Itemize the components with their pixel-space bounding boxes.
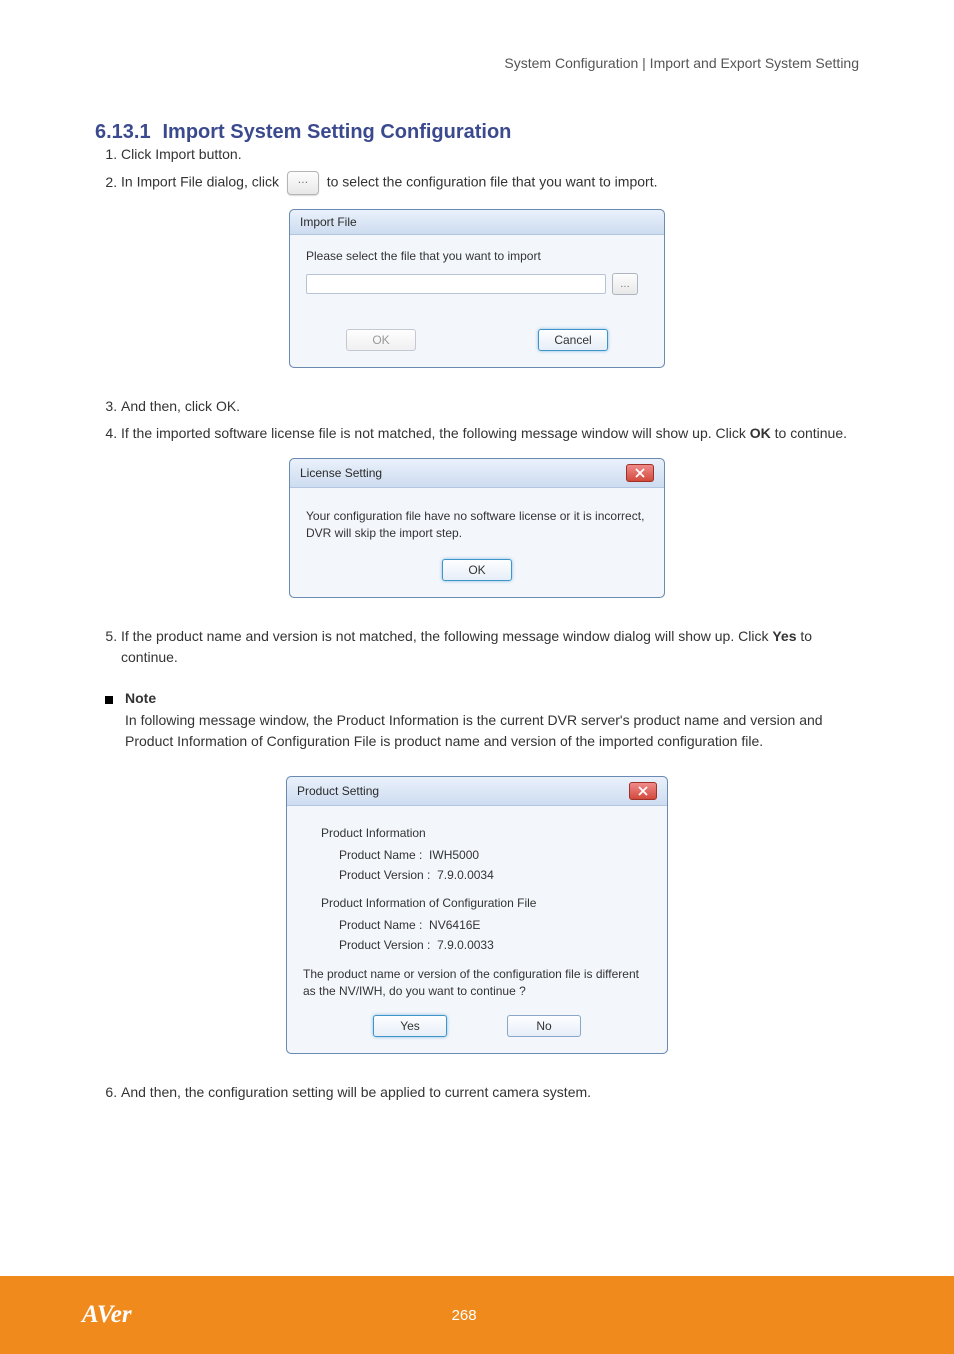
note-block: Note In following message window, the Pr… [125, 690, 859, 762]
note-title: Note [125, 690, 859, 706]
section-title: Import System Setting Configuration [163, 121, 512, 143]
import-file-path-input[interactable] [306, 274, 606, 294]
product-name-row: Product Name : IWH5000 [339, 848, 651, 862]
license-ok-button[interactable]: OK [442, 559, 512, 581]
import-file-dialog: Import File Please select the file that … [289, 209, 665, 368]
product-warning-text: The product name or version of the confi… [303, 966, 651, 1001]
license-message: Your configuration file have no software… [306, 508, 648, 543]
license-dialog-titlebar: License Setting [290, 459, 664, 488]
product-info-heading: Product Information [321, 826, 651, 840]
import-prompt: Please select the file that you want to … [306, 249, 648, 263]
browse-button[interactable]: … [612, 273, 638, 295]
product-setting-dialog: Product Setting Product Information Prod… [286, 776, 668, 1054]
step-3: And then, click OK. [121, 396, 859, 417]
note-body: In following message window, the Product… [125, 710, 859, 752]
license-dialog-title: License Setting [300, 466, 382, 480]
step-1: Click Import button. [121, 144, 859, 165]
step-4: If the imported software license file is… [121, 423, 859, 444]
close-icon[interactable] [626, 464, 654, 482]
import-dialog-title: Import File [300, 215, 357, 229]
footer-brand: AVer [82, 1301, 132, 1329]
product-no-button[interactable]: No [507, 1015, 581, 1037]
bullet-icon [105, 696, 113, 704]
product-dialog-title: Product Setting [297, 784, 379, 798]
product-yes-button[interactable]: Yes [373, 1015, 447, 1037]
step-6: And then, the configuration setting will… [121, 1082, 859, 1103]
import-ok-button[interactable]: OK [346, 329, 416, 351]
section-number: 6.13.1 [95, 121, 151, 143]
import-dialog-titlebar: Import File [290, 210, 664, 235]
footer-page-number: 268 [452, 1307, 477, 1324]
close-icon[interactable] [629, 782, 657, 800]
config-product-name-row: Product Name : NV6416E [339, 918, 651, 932]
import-cancel-button[interactable]: Cancel [538, 329, 608, 351]
step-5: If the product name and version is not m… [121, 626, 859, 668]
config-product-version-row: Product Version : 7.9.0.0033 [339, 938, 651, 952]
step-2: In Import File dialog, click … to select… [121, 171, 859, 195]
breadcrumb: System Configuration | Import and Export… [95, 55, 859, 71]
config-file-info-heading: Product Information of Configuration Fil… [321, 896, 651, 910]
page-footer: AVer 268 [0, 1276, 954, 1354]
license-setting-dialog: License Setting Your configuration file … [289, 458, 665, 598]
product-dialog-titlebar: Product Setting [287, 777, 667, 806]
browse-button-glyph: … [287, 171, 319, 195]
product-version-row: Product Version : 7.9.0.0034 [339, 868, 651, 882]
